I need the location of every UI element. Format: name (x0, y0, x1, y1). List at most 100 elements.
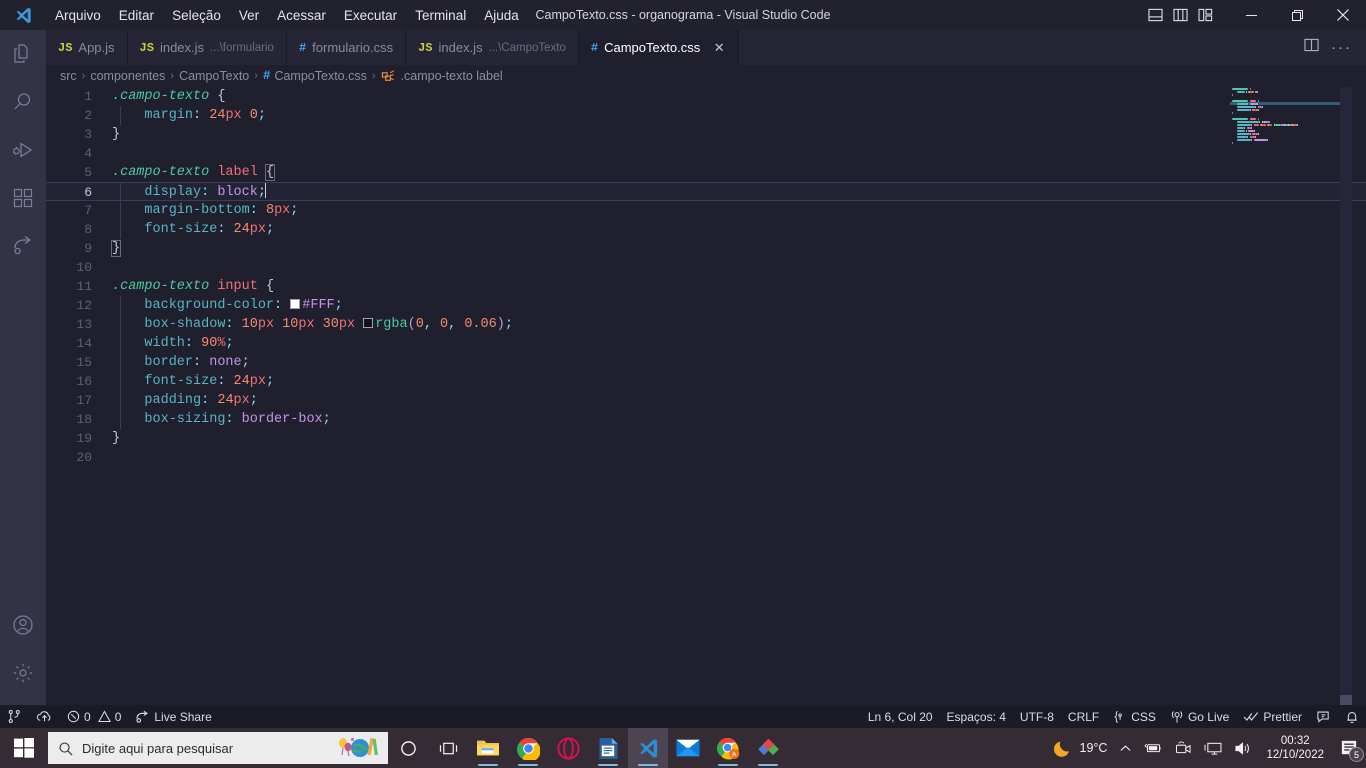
minimap[interactable] (1230, 87, 1352, 705)
code-line[interactable]: 5 .campo-texto label { (46, 163, 1366, 182)
editor-tab-index-js[interactable]: JS index.js ...\CampoTexto (406, 30, 579, 65)
color-swatch[interactable] (363, 318, 374, 328)
code-line[interactable]: 1 .campo-texto { (46, 87, 1366, 106)
code-line[interactable]: 4 (46, 144, 1366, 163)
status-prettier[interactable]: Prettier (1236, 705, 1309, 728)
status-feedback[interactable] (1309, 705, 1338, 728)
breadcrumb-item--campo-texto-label[interactable]: .campo-texto label (381, 69, 503, 83)
minimap-thumb[interactable] (1340, 695, 1352, 705)
breadcrumb-item-campotexto-css[interactable]: # CampoTexto.css (263, 69, 367, 83)
minimize-button[interactable] (1228, 0, 1274, 30)
code-line[interactable]: 15 border: none; (46, 353, 1366, 372)
tray-chevron-up-icon[interactable] (1113, 728, 1138, 768)
status-indentation[interactable]: Espaços: 4 (940, 705, 1013, 728)
taskbar-task-view[interactable] (428, 728, 468, 768)
menu-item-acessar[interactable]: Acessar (268, 0, 335, 30)
tray-volume-icon[interactable] (1228, 728, 1258, 768)
code-text: background-color: #FFF; (112, 296, 342, 315)
activitybar-account[interactable] (0, 601, 46, 649)
activitybar-live-share[interactable] (0, 222, 46, 270)
code-line[interactable]: 18 box-sizing: border-box; (46, 410, 1366, 429)
taskbar-paint-3d[interactable] (748, 728, 788, 768)
taskbar-libreoffice-writer[interactable] (588, 728, 628, 768)
taskbar-google-chrome[interactable] (508, 728, 548, 768)
code-line[interactable]: 16 font-size: 24px; (46, 372, 1366, 391)
token: , (448, 317, 465, 332)
tray-camera-icon[interactable] (1169, 728, 1198, 768)
status-cursor-position[interactable]: Ln 6, Col 20 (861, 705, 940, 728)
activitybar-settings[interactable] (0, 649, 46, 697)
code-line[interactable]: 13 box-shadow: 10px 10px 30px rgba(0, 0,… (46, 315, 1366, 334)
status-cloud-sync[interactable] (29, 705, 60, 728)
code-line[interactable]: 6 display: block; (46, 182, 1366, 202)
code-line[interactable]: 17 padding: 24px; (46, 391, 1366, 410)
menu-item-selecao[interactable]: Seleção (163, 0, 230, 30)
editor-tab-campotexto-css[interactable]: # CampoTexto.css ✕ (578, 30, 740, 65)
taskbar-opera[interactable] (548, 728, 588, 768)
minimap-scrollbar[interactable] (1340, 87, 1352, 705)
code-line[interactable]: 8 font-size: 24px; (46, 220, 1366, 239)
editor-tab-index-js[interactable]: JS index.js ...\formulario (128, 30, 287, 65)
code-line[interactable]: 20 (46, 448, 1366, 467)
tray-weather[interactable]: 19°C (1048, 728, 1114, 768)
grid-layout-icon[interactable] (1197, 7, 1214, 23)
color-swatch[interactable] (290, 299, 301, 309)
menu-item-ver[interactable]: Ver (230, 0, 268, 30)
tab-close-icon[interactable]: ✕ (712, 40, 726, 56)
more-actions-icon[interactable]: ··· (1331, 39, 1352, 56)
code-line[interactable]: 11 .campo-texto input { (46, 277, 1366, 296)
start-button[interactable] (0, 728, 48, 768)
status-remote[interactable] (0, 705, 29, 728)
status-eol[interactable]: CRLF (1061, 705, 1106, 728)
menu-item-arquivo[interactable]: Arquivo (46, 0, 110, 30)
menu-item-ajuda[interactable]: Ajuda (475, 0, 528, 30)
code-line[interactable]: 10 (46, 258, 1366, 277)
taskbar-mail[interactable] (668, 728, 708, 768)
code-line[interactable]: 19} (46, 429, 1366, 448)
tray-battery-icon[interactable] (1138, 728, 1169, 768)
activitybar-extensions[interactable] (0, 174, 46, 222)
breadcrumb-item-componentes[interactable]: componentes (90, 69, 165, 83)
editor-tab-app-js[interactable]: JS App.js (46, 30, 128, 65)
taskbar-visual-studio-code[interactable] (628, 728, 668, 768)
status-go-live[interactable]: Go Live (1163, 705, 1236, 728)
status-notifications[interactable] (1338, 705, 1366, 728)
code-line[interactable]: 9} (46, 239, 1366, 258)
code-line[interactable]: 14 width: 90%; (46, 334, 1366, 353)
editor-tab-formulario-css[interactable]: # formulario.css (287, 30, 407, 65)
sidebar-layout-icon[interactable] (1172, 7, 1189, 23)
line-number: 11 (76, 279, 92, 294)
activitybar-search[interactable] (0, 78, 46, 126)
breadcrumb-item-campotexto[interactable]: CampoTexto (179, 69, 249, 83)
code-editor[interactable]: 1 .campo-texto {2 margin: 24px 0; 3} 4 5 .cam… (46, 87, 1366, 705)
close-button[interactable] (1320, 0, 1366, 30)
breadcrumb-item-src[interactable]: src (60, 69, 77, 83)
code-line[interactable]: 7 margin-bottom: 8px; (46, 201, 1366, 220)
code-line[interactable]: 3} (46, 125, 1366, 144)
taskbar-chrome-profile[interactable]: A (708, 728, 748, 768)
taskbar-cortana[interactable] (388, 728, 428, 768)
status-encoding[interactable]: UTF-8 (1013, 705, 1061, 728)
tray-display-icon[interactable] (1198, 728, 1228, 768)
taskbar-search-box[interactable]: Digite aqui para pesquisar (48, 732, 388, 764)
tray-notifications[interactable]: 5 (1332, 728, 1366, 768)
code-line[interactable]: 12 background-color: #FFF; (46, 296, 1366, 315)
status-language-mode[interactable]: CSS (1106, 705, 1163, 728)
token: 0 (249, 108, 258, 123)
panel-layout-icon[interactable] (1147, 7, 1164, 23)
restore-button[interactable] (1274, 0, 1320, 30)
activitybar-explorer[interactable] (0, 30, 46, 78)
status-live-share[interactable]: Live Share (128, 705, 218, 728)
tray-clock[interactable]: 00:32 12/10/2022 (1258, 734, 1332, 762)
taskbar-file-explorer[interactable] (468, 728, 508, 768)
code-line[interactable]: 2 margin: 24px 0; (46, 106, 1366, 125)
menu-item-executar[interactable]: Executar (335, 0, 406, 30)
split-editor-icon[interactable] (1304, 38, 1319, 57)
menu-item-terminal[interactable]: Terminal (406, 0, 475, 30)
status-problems[interactable]: 0 0 (60, 705, 128, 728)
menu-item-editar[interactable]: Editar (110, 0, 163, 30)
code-content[interactable]: 1 .campo-texto {2 margin: 24px 0; 3} 4 5 .cam… (46, 87, 1366, 467)
activitybar-run-debug[interactable] (0, 126, 46, 174)
